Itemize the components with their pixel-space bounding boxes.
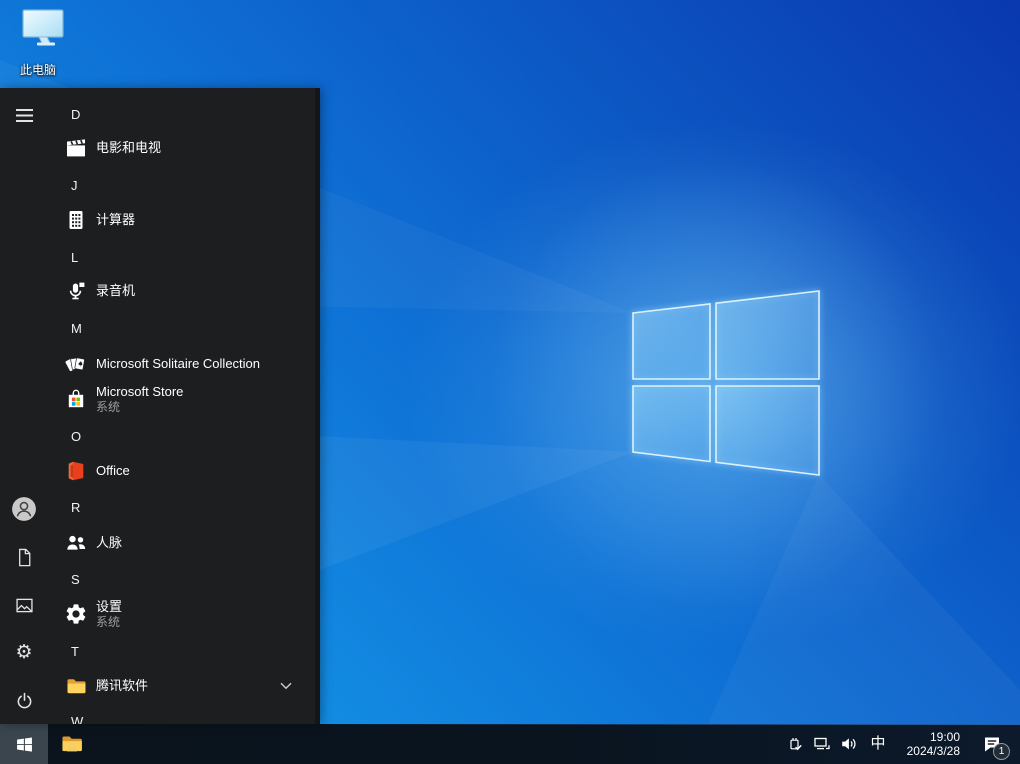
volume-icon[interactable] [840,724,858,764]
app-item-people[interactable]: 人脉 [52,525,310,561]
usb-safely-remove-icon[interactable] [786,724,804,764]
power-icon [14,690,35,711]
microsoft-store-icon [64,387,88,411]
expand-menu-button[interactable] [0,91,48,139]
movies-tv-icon [64,136,88,160]
settings-gear-icon [64,602,88,626]
documents-icon [14,547,35,568]
app-label: Microsoft Store [96,383,184,399]
app-label: 腾讯软件 [96,678,149,693]
app-item-calculator[interactable]: 计算器 [52,202,310,238]
office-icon [64,459,88,483]
desktop: 此电脑 ⚙ D 电影和电视 J 计算器 L 录音机 M Microsoft So… [0,0,1020,764]
app-item-settings[interactable]: 设置 系统 [52,593,310,635]
rail-settings-button[interactable]: ⚙ [0,628,48,676]
start-button[interactable] [0,724,48,764]
start-menu-app-list: D 电影和电视 J 计算器 L 录音机 M Microsoft Solitair… [48,88,320,724]
app-sublabel: 系统 [96,614,121,629]
app-item-office[interactable]: Office [52,453,310,489]
app-item-movies-tv[interactable]: 电影和电视 [52,130,310,166]
group-header-r[interactable]: R [71,498,111,518]
app-label: 电影和电视 [96,140,162,155]
app-label: 人脉 [96,535,123,550]
documents-button[interactable] [0,533,48,581]
settings-gear-icon: ⚙ [15,640,33,663]
start-menu: ⚙ D 电影和电视 J 计算器 L 录音机 M Microsoft Solita… [0,88,320,724]
people-icon [64,531,88,555]
group-header-w[interactable]: W [71,712,111,724]
voice-recorder-icon [64,279,88,303]
hamburger-menu-icon [15,108,33,122]
user-account-button[interactable] [0,485,48,533]
pictures-icon [14,595,35,616]
this-pc-icon [9,8,67,60]
network-icon[interactable] [813,724,831,764]
system-tray: 中 19:00 2024/3/28 1 [786,724,1020,764]
user-account-icon [11,496,37,522]
app-label: Office [96,463,130,478]
app-folder-tencent[interactable]: 腾讯软件 [52,668,310,704]
app-label: 计算器 [96,212,136,227]
calculator-icon [64,208,88,232]
folder-icon [64,674,88,698]
notification-badge: 1 [993,743,1010,760]
clock-time: 19:00 [929,730,960,744]
group-header-m[interactable]: M [71,319,111,339]
pictures-button[interactable] [0,581,48,629]
taskbar-clock[interactable]: 19:00 2024/3/28 [898,730,964,758]
windows-logo-icon [16,736,33,753]
group-header-o[interactable]: O [71,427,111,447]
group-header-s[interactable]: S [71,570,111,590]
group-header-l[interactable]: L [71,248,111,268]
group-header-t[interactable]: T [71,642,111,662]
taskbar: 中 19:00 2024/3/28 1 [0,724,1020,764]
desktop-icon-label: 此电脑 [19,63,56,77]
power-button[interactable] [0,676,48,724]
ime-indicator[interactable]: 中 [867,724,889,764]
app-label: 录音机 [96,283,136,298]
app-label: Microsoft Solitaire Collection [96,356,261,371]
desktop-icon-this-pc[interactable]: 此电脑 [5,8,71,80]
group-header-j[interactable]: J [71,176,111,196]
app-item-voice-recorder[interactable]: 录音机 [52,273,310,309]
chevron-down-icon[interactable] [280,682,292,690]
app-label: 设置 [96,598,123,614]
solitaire-cards-icon [64,352,88,376]
file-explorer-button[interactable] [48,724,96,764]
clock-date: 2024/3/28 [906,744,960,758]
app-item-solitaire[interactable]: Microsoft Solitaire Collection [52,346,310,382]
file-explorer-icon [59,731,85,757]
app-sublabel: 系统 [96,399,121,414]
app-item-microsoft-store[interactable]: Microsoft Store 系统 [52,378,310,420]
group-header-d[interactable]: D [71,105,111,125]
action-center-button[interactable]: 1 [977,724,1010,764]
start-menu-rail: ⚙ [0,88,48,724]
